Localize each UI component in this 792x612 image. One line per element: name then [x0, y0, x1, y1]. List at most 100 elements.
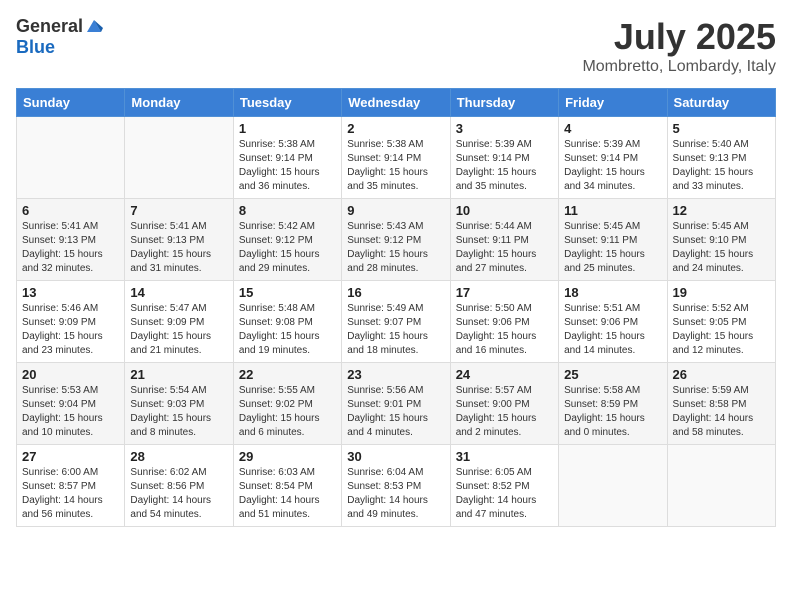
day-detail: Sunrise: 6:05 AM Sunset: 8:52 PM Dayligh…	[456, 466, 553, 522]
calendar-week-row: 1 Sunrise: 5:38 AM Sunset: 9:14 PM Daylig…	[17, 117, 776, 199]
day-detail: Sunrise: 6:04 AM Sunset: 8:53 PM Dayligh…	[347, 466, 444, 522]
day-detail: Sunrise: 6:03 AM Sunset: 8:54 PM Dayligh…	[239, 466, 336, 522]
location-title: Mombretto, Lombardy, Italy	[582, 58, 776, 76]
calendar-cell: 7 Sunrise: 5:41 AM Sunset: 9:13 PM Daylig…	[125, 199, 233, 281]
day-number: 20	[22, 367, 119, 382]
day-detail: Sunrise: 5:50 AM Sunset: 9:06 PM Dayligh…	[456, 302, 553, 358]
calendar-cell: 9 Sunrise: 5:43 AM Sunset: 9:12 PM Daylig…	[342, 199, 450, 281]
day-number: 11	[564, 203, 661, 218]
day-detail: Sunrise: 5:54 AM Sunset: 9:03 PM Dayligh…	[130, 384, 227, 440]
calendar-cell: 8 Sunrise: 5:42 AM Sunset: 9:12 PM Daylig…	[233, 199, 341, 281]
calendar-cell: 24 Sunrise: 5:57 AM Sunset: 9:00 PM Dayli…	[450, 363, 558, 445]
calendar-cell	[667, 445, 775, 527]
calendar-cell: 14 Sunrise: 5:47 AM Sunset: 9:09 PM Dayli…	[125, 281, 233, 363]
calendar-week-row: 20 Sunrise: 5:53 AM Sunset: 9:04 PM Dayli…	[17, 363, 776, 445]
calendar-cell: 29 Sunrise: 6:03 AM Sunset: 8:54 PM Dayli…	[233, 445, 341, 527]
calendar-cell: 31 Sunrise: 6:05 AM Sunset: 8:52 PM Dayli…	[450, 445, 558, 527]
calendar-cell: 10Sunrise: 5:44 AM Sunset: 9:11 PM Dayli…	[450, 199, 558, 281]
calendar-cell: 28 Sunrise: 6:02 AM Sunset: 8:56 PM Dayli…	[125, 445, 233, 527]
calendar-cell: 16Sunrise: 5:49 AM Sunset: 9:07 PM Dayli…	[342, 281, 450, 363]
calendar-cell: 1Sunrise: 5:38 AM Sunset: 9:14 PM Daylig…	[233, 117, 341, 199]
calendar-cell	[559, 445, 667, 527]
calendar-cell: 23 Sunrise: 5:56 AM Sunset: 9:01 PM Dayli…	[342, 363, 450, 445]
day-number: 24	[456, 367, 553, 382]
calendar-cell	[17, 117, 125, 199]
calendar-header-sunday: Sunday	[17, 89, 125, 117]
day-number: 2	[347, 121, 444, 136]
calendar-cell: 22 Sunrise: 5:55 AM Sunset: 9:02 PM Dayli…	[233, 363, 341, 445]
day-number: 22	[239, 367, 336, 382]
day-number: 26	[673, 367, 770, 382]
day-detail: Sunrise: 5:41 AM Sunset: 9:13 PM Dayligh…	[22, 220, 119, 276]
day-number: 21	[130, 367, 227, 382]
page-header: General Blue July 2025 Mombretto, Lombar…	[16, 16, 776, 76]
day-detail: Sunrise: 5:58 AM Sunset: 8:59 PM Dayligh…	[564, 384, 661, 440]
logo-general: General	[16, 16, 83, 37]
day-detail: Sunrise: 5:38 AM Sunset: 9:14 PM Dayligh…	[347, 138, 444, 194]
calendar-header-friday: Friday	[559, 89, 667, 117]
day-number: 6	[22, 203, 119, 218]
calendar-week-row: 27 Sunrise: 6:00 AM Sunset: 8:57 PM Dayli…	[17, 445, 776, 527]
day-detail: Sunrise: 5:56 AM Sunset: 9:01 PM Dayligh…	[347, 384, 444, 440]
day-number: 7	[130, 203, 227, 218]
calendar-cell: 30Sunrise: 6:04 AM Sunset: 8:53 PM Dayli…	[342, 445, 450, 527]
day-number: 19	[673, 285, 770, 300]
day-detail: Sunrise: 5:40 AM Sunset: 9:13 PM Dayligh…	[673, 138, 770, 194]
calendar-table: SundayMondayTuesdayWednesdayThursdayFrid…	[16, 88, 776, 527]
calendar-cell: 3Sunrise: 5:39 AM Sunset: 9:14 PM Daylig…	[450, 117, 558, 199]
day-detail: Sunrise: 6:00 AM Sunset: 8:57 PM Dayligh…	[22, 466, 119, 522]
calendar-cell	[125, 117, 233, 199]
calendar-header-monday: Monday	[125, 89, 233, 117]
month-title: July 2025	[582, 16, 776, 58]
day-detail: Sunrise: 5:57 AM Sunset: 9:00 PM Dayligh…	[456, 384, 553, 440]
calendar-cell: 6 Sunrise: 5:41 AM Sunset: 9:13 PM Daylig…	[17, 199, 125, 281]
day-detail: Sunrise: 5:47 AM Sunset: 9:09 PM Dayligh…	[130, 302, 227, 358]
calendar-cell: 25 Sunrise: 5:58 AM Sunset: 8:59 PM Dayli…	[559, 363, 667, 445]
day-detail: Sunrise: 5:55 AM Sunset: 9:02 PM Dayligh…	[239, 384, 336, 440]
logo-blue: Blue	[16, 37, 55, 58]
day-number: 16	[347, 285, 444, 300]
calendar-cell: 20 Sunrise: 5:53 AM Sunset: 9:04 PM Dayli…	[17, 363, 125, 445]
day-number: 8	[239, 203, 336, 218]
day-detail: Sunrise: 5:42 AM Sunset: 9:12 PM Dayligh…	[239, 220, 336, 276]
day-number: 14	[130, 285, 227, 300]
day-number: 5	[673, 121, 770, 136]
day-number: 18	[564, 285, 661, 300]
calendar-cell: 19Sunrise: 5:52 AM Sunset: 9:05 PM Dayli…	[667, 281, 775, 363]
day-detail: Sunrise: 5:46 AM Sunset: 9:09 PM Dayligh…	[22, 302, 119, 358]
logo-icon	[85, 18, 103, 34]
calendar-cell: 21 Sunrise: 5:54 AM Sunset: 9:03 PM Dayli…	[125, 363, 233, 445]
day-detail: Sunrise: 5:48 AM Sunset: 9:08 PM Dayligh…	[239, 302, 336, 358]
calendar-cell: 27 Sunrise: 6:00 AM Sunset: 8:57 PM Dayli…	[17, 445, 125, 527]
day-number: 28	[130, 449, 227, 464]
day-number: 27	[22, 449, 119, 464]
day-number: 17	[456, 285, 553, 300]
day-number: 29	[239, 449, 336, 464]
day-detail: Sunrise: 5:43 AM Sunset: 9:12 PM Dayligh…	[347, 220, 444, 276]
day-number: 4	[564, 121, 661, 136]
day-number: 1	[239, 121, 336, 136]
calendar-header-saturday: Saturday	[667, 89, 775, 117]
day-detail: Sunrise: 6:02 AM Sunset: 8:56 PM Dayligh…	[130, 466, 227, 522]
day-number: 31	[456, 449, 553, 464]
day-number: 9	[347, 203, 444, 218]
title-block: July 2025 Mombretto, Lombardy, Italy	[582, 16, 776, 76]
day-detail: Sunrise: 5:53 AM Sunset: 9:04 PM Dayligh…	[22, 384, 119, 440]
calendar-cell: 18Sunrise: 5:51 AM Sunset: 9:06 PM Dayli…	[559, 281, 667, 363]
day-number: 23	[347, 367, 444, 382]
calendar-cell: 13Sunrise: 5:46 AM Sunset: 9:09 PM Dayli…	[17, 281, 125, 363]
day-detail: Sunrise: 5:39 AM Sunset: 9:14 PM Dayligh…	[564, 138, 661, 194]
calendar-cell: 17 Sunrise: 5:50 AM Sunset: 9:06 PM Dayli…	[450, 281, 558, 363]
day-detail: Sunrise: 5:45 AM Sunset: 9:10 PM Dayligh…	[673, 220, 770, 276]
calendar-cell: 2 Sunrise: 5:38 AM Sunset: 9:14 PM Daylig…	[342, 117, 450, 199]
calendar-cell: 15Sunrise: 5:48 AM Sunset: 9:08 PM Dayli…	[233, 281, 341, 363]
day-detail: Sunrise: 5:41 AM Sunset: 9:13 PM Dayligh…	[130, 220, 227, 276]
day-detail: Sunrise: 5:39 AM Sunset: 9:14 PM Dayligh…	[456, 138, 553, 194]
calendar-header-row: SundayMondayTuesdayWednesdayThursdayFrid…	[17, 89, 776, 117]
calendar-header-thursday: Thursday	[450, 89, 558, 117]
day-number: 25	[564, 367, 661, 382]
day-number: 12	[673, 203, 770, 218]
day-number: 10	[456, 203, 553, 218]
day-detail: Sunrise: 5:45 AM Sunset: 9:11 PM Dayligh…	[564, 220, 661, 276]
calendar-week-row: 6 Sunrise: 5:41 AM Sunset: 9:13 PM Daylig…	[17, 199, 776, 281]
